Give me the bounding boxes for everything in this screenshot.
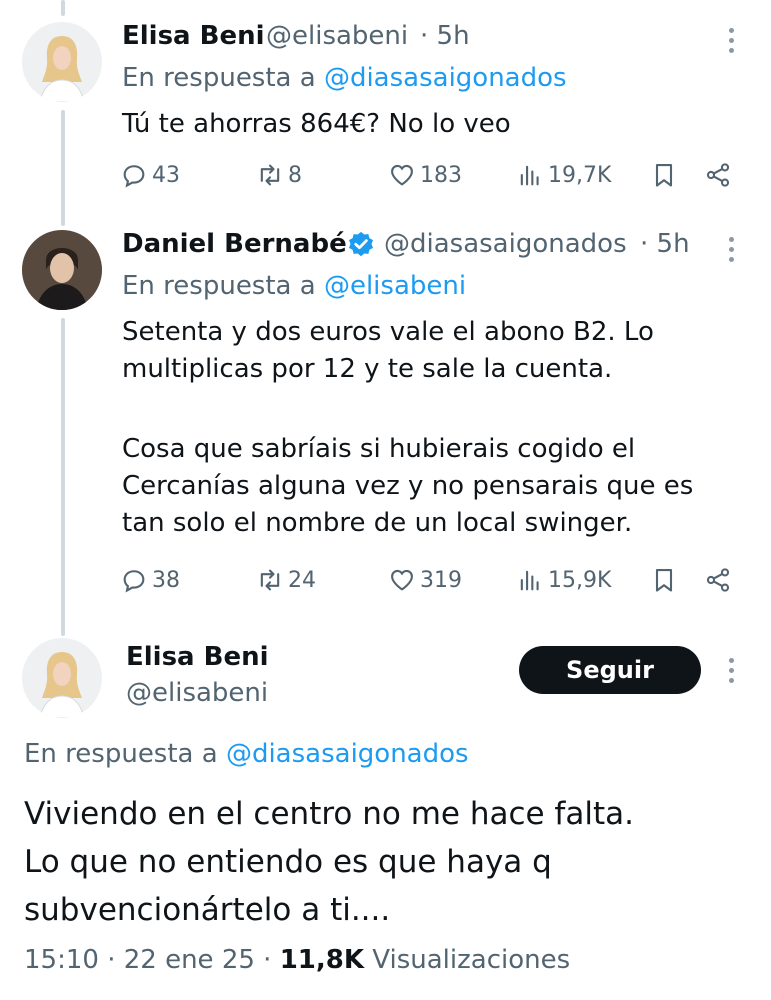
share-button[interactable] [704, 158, 732, 192]
retweet-button[interactable]: 24 [256, 563, 316, 597]
tweet-text: Tú te ahorras 864€? No lo veo [122, 109, 511, 139]
author-name[interactable]: Elisa Beni [122, 21, 265, 51]
retweet-button[interactable]: 8 [256, 158, 302, 192]
views-label: Visualizaciones [372, 945, 571, 975]
like-button[interactable]: 183 [388, 158, 462, 192]
author-name[interactable]: Elisa Beni [126, 642, 269, 672]
tweet-actions: 43 8 183 19,7K [120, 158, 740, 192]
views-button[interactable]: 19,7K [516, 158, 611, 192]
tweet-actions: 38 24 319 15,9K [120, 563, 740, 597]
reply-button[interactable]: 43 [120, 158, 180, 192]
view-count: 15,9K [548, 567, 612, 593]
thread-line [61, 110, 65, 226]
retweet-count: 24 [288, 567, 316, 593]
share-icon [706, 568, 730, 592]
avatar[interactable] [22, 22, 102, 102]
bookmark-icon [655, 569, 673, 592]
heart-icon [391, 164, 413, 186]
reply-icon [123, 165, 145, 188]
analytics-icon [520, 165, 539, 186]
tweet-meta: 15:10 · 22 ene 25 · 11,8K Visualizacione… [24, 945, 570, 975]
views-count: 11,8K [279, 945, 364, 975]
tweet-text-paragraph: Cosa que sabríais si hubierais cogido el… [122, 434, 694, 538]
tweet-text-paragraph: Setenta y dos euros vale el abono B2. Lo… [122, 317, 654, 384]
reply-button[interactable]: 38 [120, 563, 180, 597]
heart-icon [391, 569, 413, 591]
reply-to-link[interactable]: @diasasaigonados [226, 739, 469, 769]
like-count: 319 [420, 567, 462, 593]
retweet-icon [260, 569, 280, 591]
thread-line-top [61, 0, 65, 16]
author-name[interactable]: Daniel Bernabé [122, 229, 347, 259]
like-count: 183 [420, 162, 462, 188]
more-options-icon[interactable] [726, 237, 736, 267]
follow-button[interactable]: Seguir [519, 646, 701, 694]
reply-to-link[interactable]: @diasasaigonados [324, 63, 567, 93]
analytics-icon [520, 570, 539, 591]
timestamp[interactable]: · 5h [420, 21, 470, 51]
view-count: 19,7K [548, 162, 612, 188]
views-button[interactable]: 15,9K [516, 563, 611, 597]
like-button[interactable]: 319 [388, 563, 462, 597]
tweet-date[interactable]: 22 ene 25 [124, 945, 255, 975]
thread-line [61, 318, 65, 636]
tweet-text: Viviendo en el centro no me hace falta. … [24, 796, 634, 928]
reply-prefix: En respuesta a [122, 63, 324, 93]
retweet-count: 8 [288, 162, 302, 188]
timestamp[interactable]: · 5h [640, 229, 690, 259]
retweet-icon [260, 164, 280, 186]
reply-prefix: En respuesta a [24, 739, 226, 769]
share-icon [706, 163, 730, 187]
reply-to-link[interactable]: @elisabeni [324, 271, 466, 301]
reply-context: En respuesta a @elisabeni [122, 271, 466, 301]
author-handle[interactable]: @elisabeni [266, 21, 408, 51]
avatar[interactable] [22, 230, 102, 310]
verified-badge-icon [349, 231, 373, 257]
author-handle[interactable]: @elisabeni [126, 678, 268, 708]
bookmark-button[interactable] [650, 563, 678, 597]
bookmark-button[interactable] [650, 158, 678, 192]
more-options-icon[interactable] [726, 28, 736, 58]
separator-dot: · [263, 945, 280, 975]
share-button[interactable] [704, 563, 732, 597]
author-handle[interactable]: @diasasaigonados [384, 229, 627, 259]
reply-count: 38 [152, 567, 180, 593]
reply-prefix: En respuesta a [122, 271, 324, 301]
reply-context: En respuesta a @diasasaigonados [122, 63, 567, 93]
reply-icon [123, 570, 145, 593]
more-options-icon[interactable] [726, 658, 736, 688]
bookmark-icon [655, 164, 673, 187]
reply-context: En respuesta a @diasasaigonados [24, 739, 469, 769]
tweet-time[interactable]: 15:10 [24, 945, 99, 975]
separator-dot: · [107, 945, 124, 975]
reply-count: 43 [152, 162, 180, 188]
avatar[interactable] [22, 638, 102, 718]
